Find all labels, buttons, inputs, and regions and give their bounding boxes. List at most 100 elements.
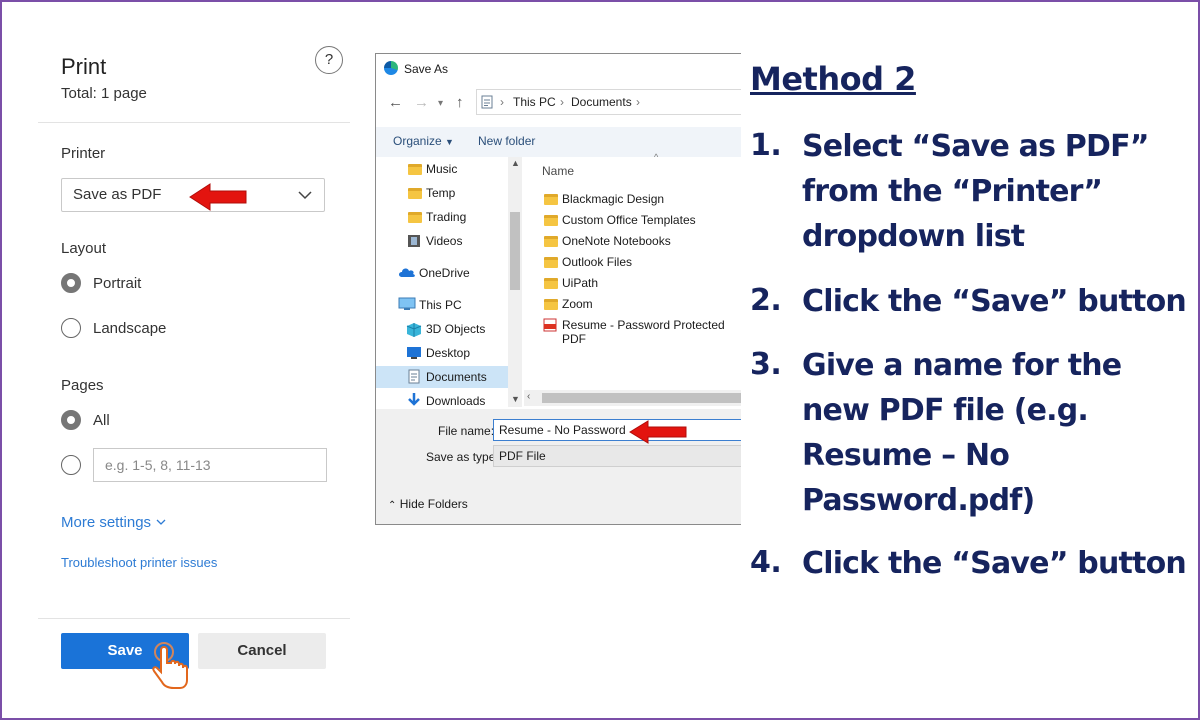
back-arrow-icon[interactable]: ← xyxy=(388,94,403,111)
red-arrow-icon xyxy=(189,183,247,211)
scroll-thumb[interactable] xyxy=(542,393,741,403)
chevron-down-icon[interactable]: ▾ xyxy=(438,98,443,109)
folder-icon xyxy=(544,215,558,226)
new-folder-button[interactable]: New folder xyxy=(478,134,535,148)
chevron-down-icon: ▼ xyxy=(445,137,454,147)
nav-item-3d-objects[interactable]: 3D Objects xyxy=(426,322,485,336)
pages-all-label: All xyxy=(93,412,110,429)
step-line: dropdown list xyxy=(802,219,1025,254)
column-header-name[interactable]: Name xyxy=(542,164,574,178)
file-item[interactable]: OneNote Notebooks xyxy=(562,234,671,248)
printer-value: Save as PDF xyxy=(73,186,162,203)
breadcrumb-this-pc[interactable]: This PC xyxy=(513,95,556,109)
landscape-radio[interactable] xyxy=(61,318,81,338)
pages-custom-radio[interactable] xyxy=(61,455,81,475)
nav-item-downloads[interactable]: Downloads xyxy=(426,394,485,408)
up-arrow-icon[interactable]: ↑ xyxy=(456,94,464,111)
sort-icon: ^ xyxy=(654,152,659,162)
breadcrumb-documents[interactable]: Documents xyxy=(571,95,632,109)
3d-objects-icon xyxy=(406,323,422,337)
nav-item-trading[interactable]: Trading xyxy=(426,210,466,224)
folder-icon xyxy=(544,257,558,268)
breadcrumb-separator: › xyxy=(560,95,564,109)
chevron-down-icon xyxy=(156,519,166,525)
step-line: Resume – No xyxy=(802,438,1010,473)
save-type-label: Save as type: xyxy=(426,450,499,464)
folder-icon xyxy=(408,164,422,175)
download-icon xyxy=(408,393,420,406)
print-panel: Print Total: 1 page ? Printer Save as PD… xyxy=(38,38,350,698)
file-item[interactable]: Blackmagic Design xyxy=(562,192,664,206)
hide-folders-button[interactable]: ⌃ Hide Folders xyxy=(388,497,468,511)
more-settings-label: More settings xyxy=(61,514,152,531)
pdf-file-icon xyxy=(543,318,557,332)
video-icon xyxy=(408,235,420,247)
more-settings-link[interactable]: More settings xyxy=(61,514,167,531)
landscape-label: Landscape xyxy=(93,320,167,337)
file-item[interactable]: Custom Office Templates xyxy=(562,213,696,227)
save-as-dialog: Save As ← → ▾ ↑ › This PC › Documents › … xyxy=(375,53,741,525)
step-text: Click the “Save” button xyxy=(802,279,1192,324)
scroll-up-icon[interactable]: ▲ xyxy=(511,158,520,168)
forward-arrow-icon[interactable]: → xyxy=(414,94,429,111)
nav-item-temp[interactable]: Temp xyxy=(426,186,455,200)
portrait-radio[interactable] xyxy=(61,273,81,293)
print-title: Print xyxy=(61,54,107,79)
edge-icon xyxy=(384,61,398,75)
printer-label: Printer xyxy=(61,145,106,162)
organize-label: Organize xyxy=(393,134,442,148)
document-icon xyxy=(408,369,420,384)
file-item[interactable]: Resume - Password Protected PDF xyxy=(562,318,741,346)
scroll-left-icon[interactable]: ‹ xyxy=(527,391,530,402)
step-line: from the “Printer” xyxy=(802,174,1103,209)
nav-item-music[interactable]: Music xyxy=(426,162,457,176)
help-icon[interactable]: ? xyxy=(315,46,343,74)
file-item[interactable]: Zoom xyxy=(562,297,593,311)
step-line: Click the “Save” button xyxy=(802,284,1187,319)
file-name-label: File name: xyxy=(438,424,495,438)
nav-scrollbar[interactable] xyxy=(508,157,522,407)
method-heading: Method 2 xyxy=(750,60,916,98)
folder-icon xyxy=(408,188,422,199)
file-list-scrollbar[interactable] xyxy=(524,390,741,406)
file-name-input[interactable]: Resume - No Password xyxy=(493,419,741,441)
file-item[interactable]: UiPath xyxy=(562,276,598,290)
chevron-down-icon xyxy=(298,179,312,222)
nav-item-this-pc[interactable]: This PC xyxy=(419,298,462,312)
save-type-select[interactable]: PDF File xyxy=(493,445,741,467)
step-text: Click the “Save” button xyxy=(802,541,1192,586)
folder-icon xyxy=(544,236,558,247)
page-total: Total: 1 page xyxy=(61,85,147,102)
scroll-down-icon[interactable]: ▼ xyxy=(511,394,520,404)
nav-item-videos[interactable]: Videos xyxy=(426,234,462,248)
nav-item-desktop[interactable]: Desktop xyxy=(426,346,470,360)
pages-all-radio[interactable] xyxy=(61,410,81,430)
scroll-thumb[interactable] xyxy=(510,212,520,290)
step-number: 4. xyxy=(750,545,782,580)
red-arrow-icon xyxy=(629,420,687,444)
nav-item-onedrive[interactable]: OneDrive xyxy=(419,266,470,280)
hide-folders-label: Hide Folders xyxy=(399,497,468,511)
pages-range-input[interactable]: e.g. 1-5, 8, 11-13 xyxy=(93,448,327,482)
desktop-icon xyxy=(407,347,421,359)
cancel-button[interactable]: Cancel xyxy=(198,633,326,669)
portrait-label: Portrait xyxy=(93,275,142,292)
organize-button[interactable]: Organize ▼ xyxy=(393,134,454,148)
folder-icon xyxy=(408,212,422,223)
nav-item-documents[interactable]: Documents xyxy=(426,370,487,384)
step-line: Click the “Save” button xyxy=(802,546,1187,581)
folder-icon xyxy=(544,278,558,289)
divider xyxy=(38,618,350,619)
step-number: 3. xyxy=(750,347,782,382)
step-number: 2. xyxy=(750,283,782,318)
step-line: Give a name for the xyxy=(802,348,1122,383)
dialog-title: Save As xyxy=(404,62,449,76)
layout-label: Layout xyxy=(61,240,107,257)
step-number: 1. xyxy=(750,128,782,163)
breadcrumb-separator: › xyxy=(636,95,640,109)
troubleshoot-link[interactable]: Troubleshoot printer issues xyxy=(61,555,217,570)
file-item[interactable]: Outlook Files xyxy=(562,255,632,269)
step-line: new PDF file (e.g. xyxy=(802,393,1089,428)
computer-icon xyxy=(398,297,416,310)
step-line: Password.pdf) xyxy=(802,483,1035,518)
